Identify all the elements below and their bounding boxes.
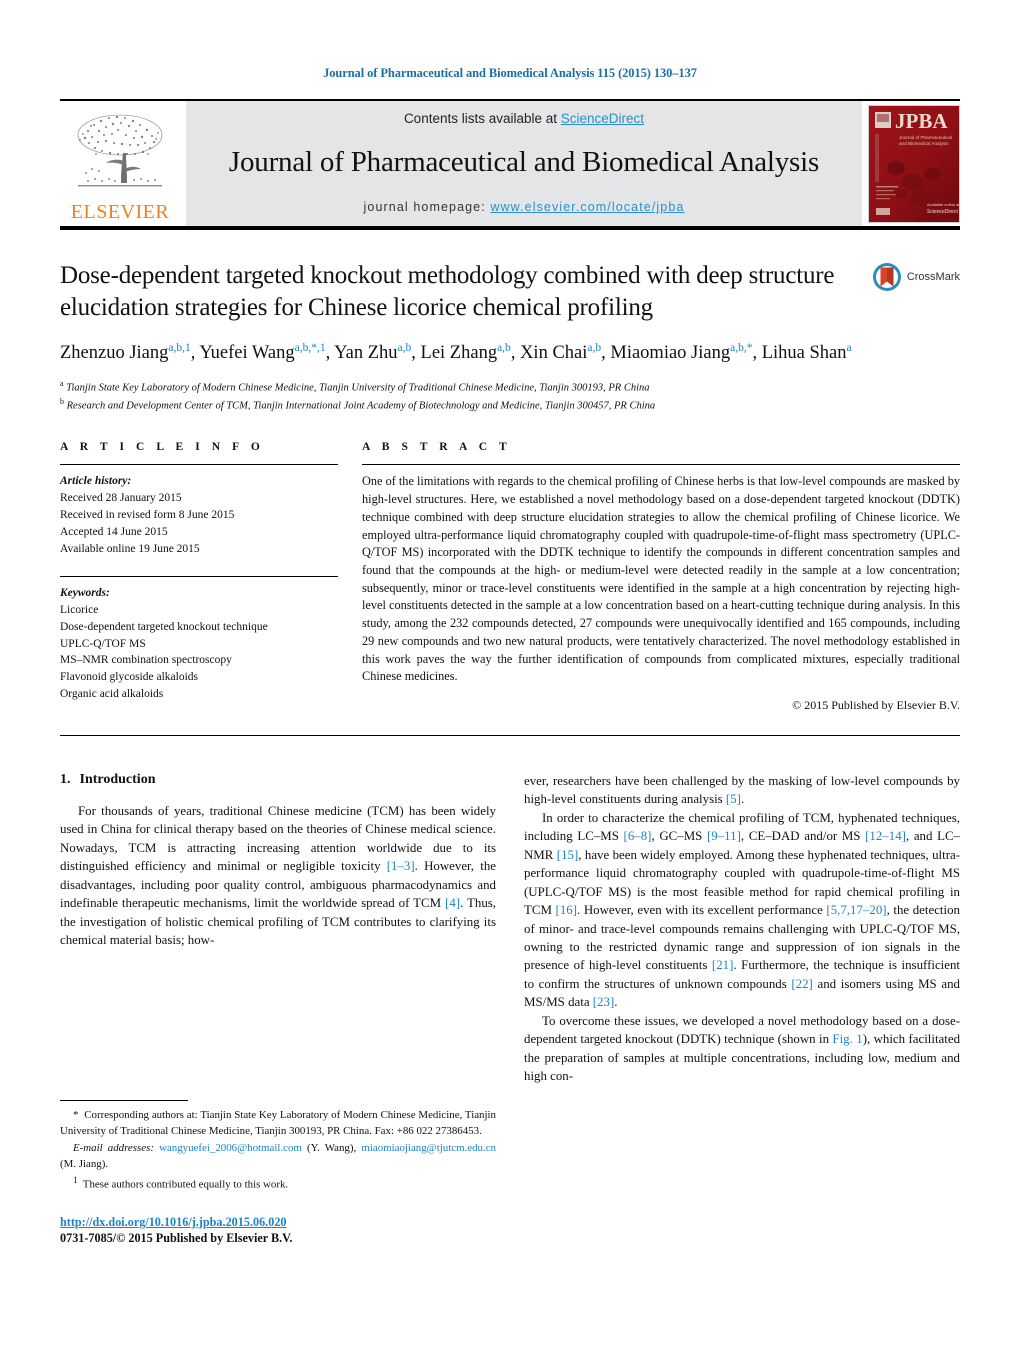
footnote-corresponding-author: * Corresponding authors at: Tianjin Stat… xyxy=(60,1109,496,1137)
abstract-copyright: © 2015 Published by Elsevier B.V. xyxy=(792,697,960,712)
author-list: Zhenzuo Jianga,b,1, Yuefei Wanga,b,*,1, … xyxy=(60,342,852,364)
journal-cover-thumbnail[interactable]: JPBA Journal of Pharmaceutical and Biome… xyxy=(868,104,960,223)
elsevier-wordmark: ELSEVIER xyxy=(70,201,170,223)
doi-link[interactable]: http://dx.doi.org/10.1016/j.jpba.2015.06… xyxy=(60,1215,530,1231)
article-info-rule xyxy=(60,464,338,466)
affiliation-text: Research and Development Center of TCM, … xyxy=(66,400,656,412)
journal-homepage-link[interactable]: www.elsevier.com/locate/jpba xyxy=(490,200,684,214)
intro-paragraph-2: In order to characterize the chemical pr… xyxy=(524,810,961,1010)
history-item: Received 28 January 2015 xyxy=(60,492,182,505)
keyword-item: Licorice xyxy=(60,603,99,616)
sciencedirect-link[interactable]: ScienceDirect xyxy=(561,111,644,126)
keyword-item: Organic acid alkaloids xyxy=(60,688,164,701)
elsevier-tree-icon xyxy=(77,114,163,187)
homepage-label: journal homepage: xyxy=(363,199,491,214)
article-info-heading: A R T I C L E I N F O xyxy=(60,441,265,454)
masthead-banner: Contents lists available at ScienceDirec… xyxy=(186,101,862,226)
affiliation-marker: a xyxy=(60,378,64,388)
contents-line: Contents lists available at ScienceDirec… xyxy=(404,111,644,126)
journal-cover-image: JPBA Journal of Pharmaceutical and Biome… xyxy=(869,105,959,222)
affiliation-item: a Tianjin State Key Laboratory of Modern… xyxy=(60,378,960,396)
body-column-right: ever, researchers have been challenged b… xyxy=(524,772,960,1086)
keywords-label: Keywords: xyxy=(60,586,110,599)
svg-text:JPBA: JPBA xyxy=(895,109,948,133)
footnote-equal-contribution: 1 These authors contributed equally to t… xyxy=(73,1175,289,1191)
title-block: Dose-dependent targeted knockout methodo… xyxy=(60,260,960,414)
elsevier-logo: ELSEVIER xyxy=(60,101,180,226)
section-title: Introduction xyxy=(79,771,156,787)
body-columns: 1. Introduction For thousands of years, t… xyxy=(60,772,960,1086)
footnote-block: * Corresponding authors at: Tianjin Stat… xyxy=(60,1100,496,1195)
affiliation-text: Tianjin State Key Laboratory of Modern C… xyxy=(66,382,650,394)
intro-paragraph-1: For thousands of years, traditional Chin… xyxy=(60,803,497,948)
abstract-rule xyxy=(362,464,960,466)
footnote-rule xyxy=(60,1100,188,1101)
keyword-item: UPLC-Q/TOF MS xyxy=(60,637,146,650)
keyword-item: Flavonoid glycoside alkaloids xyxy=(60,671,198,684)
body-column-left: 1. Introduction For thousands of years, t… xyxy=(60,772,496,1086)
keyword-item: Dose-dependent targeted knockout techniq… xyxy=(60,620,268,633)
abstract-heading: A B S T R A C T xyxy=(362,441,512,454)
issn-copyright-line: 0731-7085/© 2015 Published by Elsevier B… xyxy=(60,1230,293,1245)
crossmark-badge[interactable]: CrossMark xyxy=(872,262,960,292)
keywords-rule xyxy=(60,575,338,577)
intro-paragraph-1-cont: ever, researchers have been challenged b… xyxy=(524,773,960,807)
svg-text:ScienceDirect: ScienceDirect xyxy=(927,209,958,215)
abstract-column: A B S T R A C T One of the limitations w… xyxy=(362,441,960,712)
affiliation-marker: b xyxy=(60,397,64,407)
section-number: 1. xyxy=(60,771,71,787)
article-info-column: A R T I C L E I N F O Article history: R… xyxy=(60,441,338,712)
running-head: Journal of Pharmaceutical and Biomedical… xyxy=(323,66,697,80)
article-history-label: Article history: xyxy=(60,475,132,488)
article-history: Article history: Received 28 January 201… xyxy=(60,473,338,557)
keyword-item: MS–NMR combination spectroscopy xyxy=(60,654,232,667)
keywords-block: Keywords: Licorice Dose-dependent target… xyxy=(60,575,338,703)
svg-text:Available online at: Available online at xyxy=(927,202,959,207)
journal-homepage-line: journal homepage: www.elsevier.com/locat… xyxy=(364,200,685,214)
footer-doi-block: http://dx.doi.org/10.1016/j.jpba.2015.06… xyxy=(60,1215,530,1247)
contents-prefix: Contents lists available at xyxy=(403,111,561,126)
svg-text:Journal of Pharmaceutical: Journal of Pharmaceutical xyxy=(899,135,952,140)
journal-masthead: ELSEVIER Contents lists available at Sci… xyxy=(60,101,960,226)
history-item: Received in revised form 8 June 2015 xyxy=(60,509,235,522)
masthead-bottom-rule xyxy=(60,226,960,230)
footnote-email-addresses: E-mail addresses: wangyuefei_2006@hotmai… xyxy=(60,1142,496,1170)
journal-title: Journal of Pharmaceutical and Biomedical… xyxy=(228,146,820,179)
crossmark-icon xyxy=(872,263,901,291)
crossmark-label: CrossMark xyxy=(906,271,960,283)
history-item: Available online 19 June 2015 xyxy=(60,543,200,556)
intro-paragraph-3: To overcome these issues, we developed a… xyxy=(524,1013,961,1084)
history-item: Accepted 14 June 2015 xyxy=(60,526,168,539)
affiliation-list: a Tianjin State Key Laboratory of Modern… xyxy=(60,378,960,415)
svg-text:and Biomedical Analysis: and Biomedical Analysis xyxy=(899,141,949,146)
section-divider-rule xyxy=(60,734,960,736)
page-title: Dose-dependent targeted knockout methodo… xyxy=(60,262,835,321)
article-page: Journal of Pharmaceutical and Biomedical… xyxy=(0,0,1020,1351)
info-abstract-row: A R T I C L E I N F O Article history: R… xyxy=(60,441,960,712)
section-heading-introduction: 1. Introduction xyxy=(60,772,496,788)
affiliation-item: b Research and Development Center of TCM… xyxy=(60,396,960,414)
abstract-text: One of the limitations with regards to t… xyxy=(362,474,960,684)
